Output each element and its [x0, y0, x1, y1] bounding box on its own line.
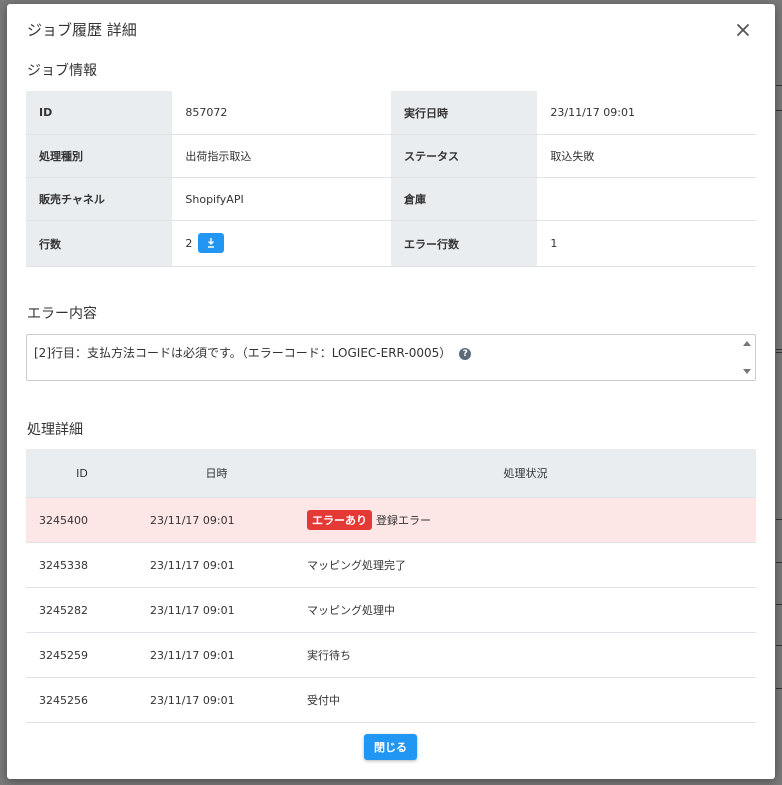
row-date: 23/11/17 09:01 — [138, 632, 295, 678]
scroll-down-icon[interactable] — [743, 369, 751, 374]
info-value: 出荷指示取込 — [172, 134, 391, 178]
error-text: [2]行目：支払方法コードは必須です。（エラーコード：LOGIEC-ERR-00… — [34, 346, 452, 360]
info-value-line-count: 2 — [172, 220, 391, 267]
table-row: 3245282 23/11/17 09:01 マッピング処理中 — [26, 587, 756, 633]
info-label: エラー行数 — [390, 220, 538, 267]
row-id: 3245400 — [26, 497, 138, 543]
row-date: 23/11/17 09:01 — [138, 587, 295, 633]
job-info-title: ジョブ情報 — [27, 63, 97, 79]
row-date: 23/11/17 09:01 — [138, 542, 295, 588]
row-status: マッピング処理完了 — [295, 542, 756, 588]
info-value: 1 — [537, 220, 756, 267]
row-status: 実行待ち — [295, 632, 756, 678]
info-label: 販売チャネル — [26, 177, 173, 221]
info-label: 処理種別 — [26, 134, 173, 178]
table-row: 3245400 23/11/17 09:01 エラーあり 登録エラー — [26, 497, 756, 543]
close-button[interactable]: 閉じる — [364, 734, 417, 760]
column-header-status: 処理状況 — [295, 449, 756, 498]
column-header-id: ID — [26, 449, 138, 498]
row-date: 23/11/17 09:01 — [138, 497, 295, 543]
info-label: 行数 — [26, 220, 173, 267]
info-value: 23/11/17 09:01 — [537, 91, 756, 135]
error-badge: エラーあり — [307, 510, 372, 530]
info-row: 処理種別 出荷指示取込 ステータス 取込失敗 — [26, 134, 756, 178]
download-button[interactable] — [198, 232, 225, 253]
job-history-dialog: ジョブ履歴 詳細 ジョブ情報 ID 857072 実行日時 23/11/17 0… — [7, 4, 775, 779]
info-label: 実行日時 — [390, 91, 538, 135]
row-status: 受付中 — [295, 677, 756, 723]
info-value: 取込失敗 — [537, 134, 756, 178]
info-value: ShopifyAPI — [172, 177, 391, 221]
table-header: ID 日時 処理状況 — [26, 449, 756, 498]
info-row: ID 857072 実行日時 23/11/17 09:01 — [26, 91, 756, 135]
row-status: マッピング処理中 — [295, 587, 756, 633]
dialog-title: ジョブ履歴 詳細 — [27, 21, 137, 39]
info-row: 販売チャネル ShopifyAPI 倉庫 — [26, 177, 756, 221]
scroll-up-icon[interactable] — [743, 341, 751, 346]
row-id: 3245338 — [26, 542, 138, 588]
process-detail-title: 処理詳細 — [27, 422, 83, 438]
info-row: 行数 2 エラー行数 1 — [26, 220, 756, 267]
download-icon — [208, 237, 215, 248]
row-id: 3245282 — [26, 587, 138, 633]
row-date: 23/11/17 09:01 — [138, 677, 295, 723]
info-label: ステータス — [390, 134, 538, 178]
info-label: ID — [26, 91, 173, 135]
row-id: 3245256 — [26, 677, 138, 723]
table-row: 3245338 23/11/17 09:01 マッピング処理完了 — [26, 542, 756, 588]
status-text: 登録エラー — [376, 514, 431, 527]
line-count-value: 2 — [185, 236, 193, 250]
error-message: [2]行目：支払方法コードは必須です。（エラーコード：LOGIEC-ERR-00… — [34, 344, 472, 361]
table-row: 3245259 23/11/17 09:01 実行待ち — [26, 632, 756, 678]
error-content-title: エラー内容 — [27, 306, 97, 322]
info-value: 857072 — [172, 91, 391, 135]
help-icon[interactable]: ? — [459, 347, 472, 360]
row-status: エラーあり 登録エラー — [295, 497, 756, 543]
info-label: 倉庫 — [390, 177, 538, 221]
error-content-box[interactable]: [2]行目：支払方法コードは必須です。（エラーコード：LOGIEC-ERR-00… — [26, 334, 756, 381]
process-detail-table: ID 日時 処理状況 3245400 23/11/17 09:01 エラーあり登… — [26, 449, 756, 723]
info-value — [537, 177, 756, 221]
close-icon[interactable] — [732, 19, 754, 41]
row-id: 3245259 — [26, 632, 138, 678]
table-row: 3245256 23/11/17 09:01 受付中 — [26, 677, 756, 723]
job-info-table: ID 857072 実行日時 23/11/17 09:01 処理種別 出荷指示取… — [26, 91, 756, 267]
column-header-date: 日時 — [138, 449, 295, 498]
